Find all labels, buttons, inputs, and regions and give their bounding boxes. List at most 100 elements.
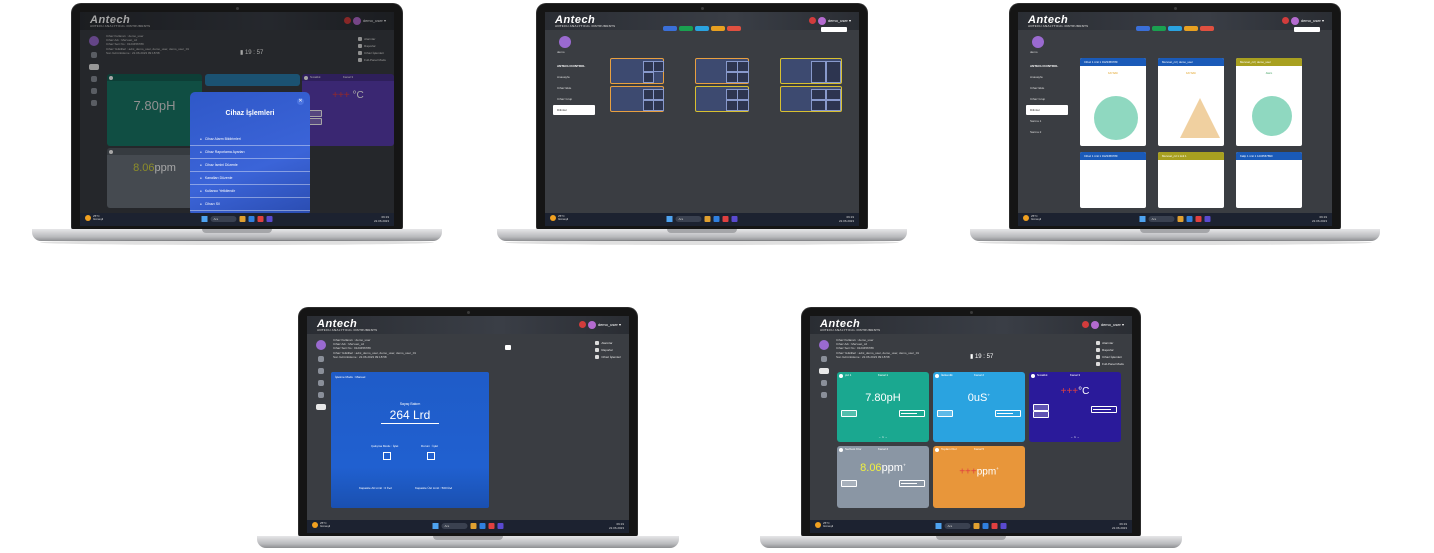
device-tile[interactable]	[610, 86, 664, 112]
channel-card-free-chlorine[interactable]: Serbest Klor Kanal 4 8.06ppm+	[837, 446, 929, 508]
windows-icon[interactable]	[666, 216, 673, 222]
channel-card-conductivity[interactable]: İletkenlik Kanal 2 0uS+	[933, 372, 1025, 442]
pill-cyan[interactable]	[1168, 26, 1182, 31]
play-button[interactable]	[427, 452, 435, 460]
user-menu[interactable]: demo_user ▾	[808, 16, 851, 25]
weather-widget[interactable]: 25°C Güneşli	[815, 522, 833, 528]
clock-tray[interactable]: 09:19 22.06.2023	[1112, 522, 1127, 530]
device-tile[interactable]	[780, 58, 842, 84]
sidebar-item-layers[interactable]: Dilimler	[1026, 105, 1068, 115]
device-card[interactable]: Cihaz 1 ünit 1 0123456789	[1080, 152, 1146, 208]
sidebar-item-sarma2[interactable]: Sarma 2	[1026, 127, 1068, 137]
nav-layers[interactable]	[316, 404, 326, 410]
weather-widget[interactable]: 25°C Güneşli	[85, 215, 103, 221]
sidebar-item-sarma1[interactable]: Sarma 1	[1026, 116, 1068, 126]
modal-item-channels[interactable]: Kanalları Düzenle	[190, 172, 310, 185]
sidebar-item-group[interactable]: Cihaz Grup	[1026, 94, 1068, 104]
search-input[interactable]	[821, 27, 847, 32]
weather-widget[interactable]: 25°C Güneşli	[550, 215, 568, 221]
device-tile[interactable]	[780, 86, 842, 112]
windows-icon[interactable]	[1139, 216, 1146, 222]
device-card[interactable]: Mervuet_cd 1 ünit 1	[1158, 152, 1224, 208]
device-card[interactable]: Kalip 1 ünit 1 1234567890	[1236, 152, 1302, 208]
pill-cyan[interactable]	[695, 26, 709, 31]
taskbar-search[interactable]: Ara	[1148, 216, 1175, 222]
play-button[interactable]	[383, 452, 391, 460]
home-icon[interactable]	[318, 356, 324, 362]
device-tile[interactable]	[695, 86, 749, 112]
nav-devices[interactable]	[318, 368, 324, 374]
user-menu[interactable]: demo_user ▾	[578, 320, 621, 329]
flag-icon[interactable]	[1281, 17, 1289, 24]
sidebar-item-layers[interactable]: Dilimler	[553, 105, 595, 115]
edge-icon[interactable]	[248, 216, 255, 222]
menu-reports[interactable]: Raporlar	[1096, 347, 1124, 354]
windows-icon[interactable]	[935, 523, 942, 529]
chrome-icon[interactable]	[257, 216, 264, 222]
teams-icon[interactable]	[266, 216, 273, 222]
taskbar-search[interactable]: Ara	[441, 523, 468, 529]
taskbar-search[interactable]: Ara	[210, 216, 237, 222]
pill-red[interactable]	[727, 26, 741, 31]
chrome-icon[interactable]	[1195, 216, 1202, 222]
menu-fullpanel[interactable]: Full-Panel Modu	[1096, 361, 1124, 368]
folder-icon[interactable]	[239, 216, 246, 222]
menu-alarms[interactable]: Alarmlar	[595, 340, 621, 347]
pill-green[interactable]	[1152, 26, 1166, 31]
pill-green[interactable]	[679, 26, 693, 31]
sidebar-item-add[interactable]: Cihaz Ekle	[553, 83, 595, 93]
weather-widget[interactable]: 25°C Güneşli	[1023, 215, 1041, 221]
folder-icon[interactable]	[470, 523, 477, 529]
nav-add[interactable]	[318, 380, 324, 386]
chrome-icon[interactable]	[488, 523, 495, 529]
nav-add[interactable]	[821, 380, 827, 386]
sidebar-item-add[interactable]: Cihaz Ekle	[1026, 83, 1068, 93]
pill-blue[interactable]	[663, 26, 677, 31]
modal-item-report[interactable]: Cihaz Raporlama Ayarları	[190, 146, 310, 159]
sidebar-item-home[interactable]: Anasayfa	[1026, 72, 1068, 82]
nav-groups[interactable]	[318, 392, 324, 398]
device-card[interactable]: Mervuet_cd | demo_user KAYNAK	[1158, 58, 1224, 146]
nav-groups[interactable]	[821, 392, 827, 398]
clock-tray[interactable]: 09:19 22.06.2023	[1312, 215, 1327, 223]
pill-orange[interactable]	[711, 26, 725, 31]
windows-icon[interactable]	[201, 216, 208, 222]
menu-alarms[interactable]: Alarmlar	[1096, 340, 1124, 347]
lock-icon[interactable]	[505, 345, 511, 350]
edge-icon[interactable]	[982, 523, 989, 529]
chrome-icon[interactable]	[722, 216, 729, 222]
menu-device-ops[interactable]: Cihaz İşlemleri	[595, 354, 621, 361]
windows-icon[interactable]	[432, 523, 439, 529]
teams-icon[interactable]	[497, 523, 504, 529]
edge-icon[interactable]	[1186, 216, 1193, 222]
clock-tray[interactable]: 09:19 22.06.2023	[609, 522, 624, 530]
menu-reports[interactable]: Raporlar	[595, 347, 621, 354]
taskbar-search[interactable]: Ara	[944, 523, 971, 529]
device-tile[interactable]	[695, 58, 749, 84]
clock-tray[interactable]: 09:19 22.06.2023	[839, 215, 854, 223]
menu-device-ops[interactable]: Cihaz İşlemleri	[1096, 354, 1124, 361]
flag-icon[interactable]	[808, 17, 816, 24]
pill-orange[interactable]	[1184, 26, 1198, 31]
teams-icon[interactable]	[731, 216, 738, 222]
search-input[interactable]	[1294, 27, 1320, 32]
device-card[interactable]: Cihaz 1 ünit 1 0123456789 KAYNAK	[1080, 58, 1146, 146]
device-tile[interactable]	[610, 58, 664, 84]
edge-icon[interactable]	[479, 523, 486, 529]
taskbar-search[interactable]: Ara	[675, 216, 702, 222]
device-card[interactable]: Mervuet_cd | demo_user Alarm	[1236, 58, 1302, 146]
close-icon[interactable]: ✕	[297, 98, 304, 105]
user-menu[interactable]: demo_user ▾	[1081, 320, 1124, 329]
modal-item-alarm[interactable]: Cihaz Alarm Bildirimleri	[190, 133, 310, 146]
sidebar-item-home[interactable]: Anasayfa	[553, 72, 595, 82]
pill-red[interactable]	[1200, 26, 1214, 31]
teams-icon[interactable]	[1000, 523, 1007, 529]
clock-tray[interactable]: 09:19 22.06.2023	[374, 215, 389, 223]
teams-icon[interactable]	[1204, 216, 1211, 222]
home-icon[interactable]	[821, 356, 827, 362]
modal-item-delete[interactable]: Cihazı Sil	[190, 198, 310, 211]
edge-icon[interactable]	[713, 216, 720, 222]
weather-widget[interactable]: 25°C Güneşli	[312, 522, 330, 528]
modal-item-rename[interactable]: Cihaz İsmini Düzenle	[190, 159, 310, 172]
channel-card-temperature[interactable]: Sıcaklık Kanal 3 +++°C ← 1 →	[1029, 372, 1121, 442]
